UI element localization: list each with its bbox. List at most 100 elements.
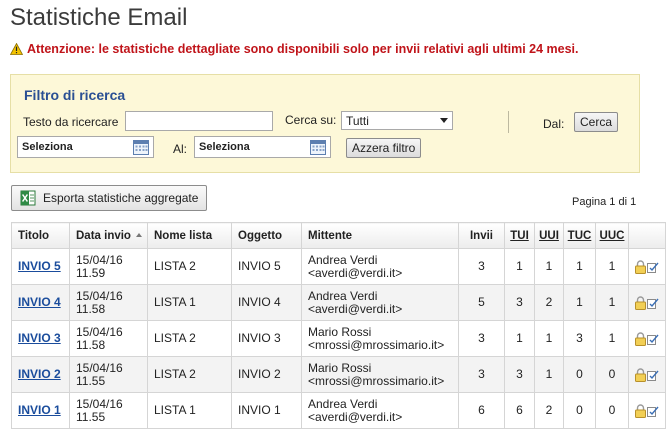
- row-date: 15/04/16: [76, 396, 123, 411]
- cell-oggetto: INVIO 3: [231, 320, 302, 357]
- lock-icon[interactable]: [635, 367, 646, 382]
- cell-oggetto: INVIO 4: [231, 284, 302, 321]
- calendar-icon[interactable]: [133, 139, 149, 155]
- row-sender-email: <averdi@verdi.it>: [308, 409, 403, 424]
- col-header-actions: [628, 222, 666, 249]
- lock-icon[interactable]: [635, 259, 646, 274]
- page-title: Statistiche Email: [10, 4, 188, 31]
- row-title-link[interactable]: INVIO 4: [18, 295, 61, 309]
- excel-icon: [20, 190, 36, 206]
- search-in-select[interactable]: Tutti: [341, 111, 453, 130]
- cell-oggetto: INVIO 1: [231, 392, 302, 429]
- cell-tui: 3: [504, 284, 535, 321]
- table-row: INVIO 2 15/04/16 11.55 LISTA 2 INVIO 2 Ma…: [11, 356, 666, 393]
- cell-uui: 1: [534, 356, 564, 393]
- calendar-icon[interactable]: [310, 139, 326, 155]
- col-header-uuc[interactable]: UUC: [595, 222, 629, 249]
- edit-icon[interactable]: [647, 261, 659, 273]
- cell-data-invio: 15/04/16 11.59: [69, 248, 148, 285]
- cell-tuc: 0: [563, 392, 596, 429]
- row-sender-name: Andrea Verdi: [308, 396, 378, 411]
- search-in-label: Cerca su:: [285, 113, 337, 127]
- reset-filter-button[interactable]: Azzera filtro: [346, 138, 422, 158]
- cell-uuc: 0: [595, 356, 629, 393]
- edit-icon[interactable]: [647, 333, 659, 345]
- search-filter-panel: Filtro di ricerca Testo da ricercare Cer…: [10, 74, 640, 173]
- to-date-input[interactable]: Seleziona: [194, 136, 331, 158]
- filter-separator: [508, 111, 509, 133]
- cell-invii: 3: [458, 320, 505, 357]
- export-aggregate-stats-button[interactable]: Esporta statistiche aggregate: [11, 185, 208, 211]
- cell-data-invio: 15/04/16 11.55: [69, 392, 148, 429]
- col-header-data-invio[interactable]: Data invio: [69, 222, 148, 249]
- row-sender-name: Mario Rossi: [308, 324, 372, 339]
- filter-title: Filtro di ricerca: [24, 87, 126, 103]
- export-label: Esporta statistiche aggregate: [43, 191, 199, 205]
- cell-titolo: INVIO 5: [11, 248, 70, 285]
- col-header-nome-lista[interactable]: Nome lista: [147, 222, 232, 249]
- edit-icon[interactable]: [647, 405, 659, 417]
- cell-uui: 2: [534, 392, 564, 429]
- cell-invii: 6: [458, 392, 505, 429]
- cell-data-invio: 15/04/16 11.58: [69, 320, 148, 357]
- cell-titolo: INVIO 4: [11, 284, 70, 321]
- email-stats-table: Titolo Data invio Nome lista Oggetto Mit…: [11, 222, 666, 429]
- cell-mittente: Andrea Verdi <averdi@verdi.it>: [301, 284, 459, 321]
- cell-invii: 3: [458, 356, 505, 393]
- cell-titolo: INVIO 3: [11, 320, 70, 357]
- row-title-link[interactable]: INVIO 3: [18, 331, 61, 345]
- col-header-oggetto[interactable]: Oggetto: [231, 222, 302, 249]
- row-time: 11.59: [76, 265, 106, 280]
- cell-actions: [628, 284, 666, 321]
- row-date: 15/04/16: [76, 252, 123, 267]
- cell-nome-lista: LISTA 2: [147, 356, 232, 393]
- cell-nome-lista: LISTA 2: [147, 320, 232, 357]
- search-in-selected-value: Tutti: [346, 113, 369, 128]
- sort-asc-icon: [135, 232, 142, 237]
- cell-tui: 3: [504, 356, 535, 393]
- lock-icon[interactable]: [635, 331, 646, 346]
- warning-icon: [10, 43, 23, 55]
- cell-mittente: Mario Rossi <mrossi@mrossimario.it>: [301, 356, 459, 393]
- row-time: 11.58: [76, 301, 106, 316]
- row-sender-email: <averdi@verdi.it>: [308, 301, 403, 316]
- cell-oggetto: INVIO 2: [231, 356, 302, 393]
- row-title-link[interactable]: INVIO 2: [18, 367, 61, 381]
- row-date: 15/04/16: [76, 324, 123, 339]
- cell-uuc: 0: [595, 392, 629, 429]
- lock-icon[interactable]: [635, 295, 646, 310]
- table-row: INVIO 4 15/04/16 11.58 LISTA 1 INVIO 4 An…: [11, 284, 666, 321]
- cell-tuc: 0: [563, 356, 596, 393]
- cell-titolo: INVIO 1: [11, 392, 70, 429]
- edit-icon[interactable]: [647, 297, 659, 309]
- search-button[interactable]: Cerca: [574, 112, 619, 132]
- row-title-link[interactable]: INVIO 1: [18, 403, 61, 417]
- table-row: INVIO 1 15/04/16 11.55 LISTA 1 INVIO 1 An…: [11, 392, 666, 429]
- search-text-input[interactable]: [125, 111, 273, 131]
- col-header-tui[interactable]: TUI: [504, 222, 535, 249]
- cell-nome-lista: LISTA 1: [147, 392, 232, 429]
- cell-actions: [628, 392, 666, 429]
- row-sender-email: <mrossi@mrossimario.it>: [308, 337, 445, 352]
- row-time: 11.55: [76, 373, 106, 388]
- cell-nome-lista: LISTA 2: [147, 248, 232, 285]
- from-date-value: Seleziona: [22, 141, 73, 153]
- cell-tui: 1: [504, 248, 535, 285]
- row-sender-email: <averdi@verdi.it>: [308, 265, 403, 280]
- col-header-invii[interactable]: Invii: [458, 222, 505, 249]
- col-header-uui[interactable]: UUI: [534, 222, 564, 249]
- col-header-titolo[interactable]: Titolo: [11, 222, 70, 249]
- col-header-mittente[interactable]: Mittente: [301, 222, 459, 249]
- row-title-link[interactable]: INVIO 5: [18, 259, 61, 273]
- cell-oggetto: INVIO 5: [231, 248, 302, 285]
- lock-icon[interactable]: [635, 403, 646, 418]
- cell-uui: 1: [534, 320, 564, 357]
- row-sender-name: Andrea Verdi: [308, 252, 378, 267]
- edit-icon[interactable]: [647, 369, 659, 381]
- col-header-tuc[interactable]: TUC: [563, 222, 596, 249]
- from-date-input[interactable]: Seleziona: [17, 136, 154, 158]
- row-time: 11.58: [76, 337, 106, 352]
- cell-mittente: Mario Rossi <mrossi@mrossimario.it>: [301, 320, 459, 357]
- pagination-info: Pagina 1 di 1: [572, 196, 637, 208]
- cell-nome-lista: LISTA 1: [147, 284, 232, 321]
